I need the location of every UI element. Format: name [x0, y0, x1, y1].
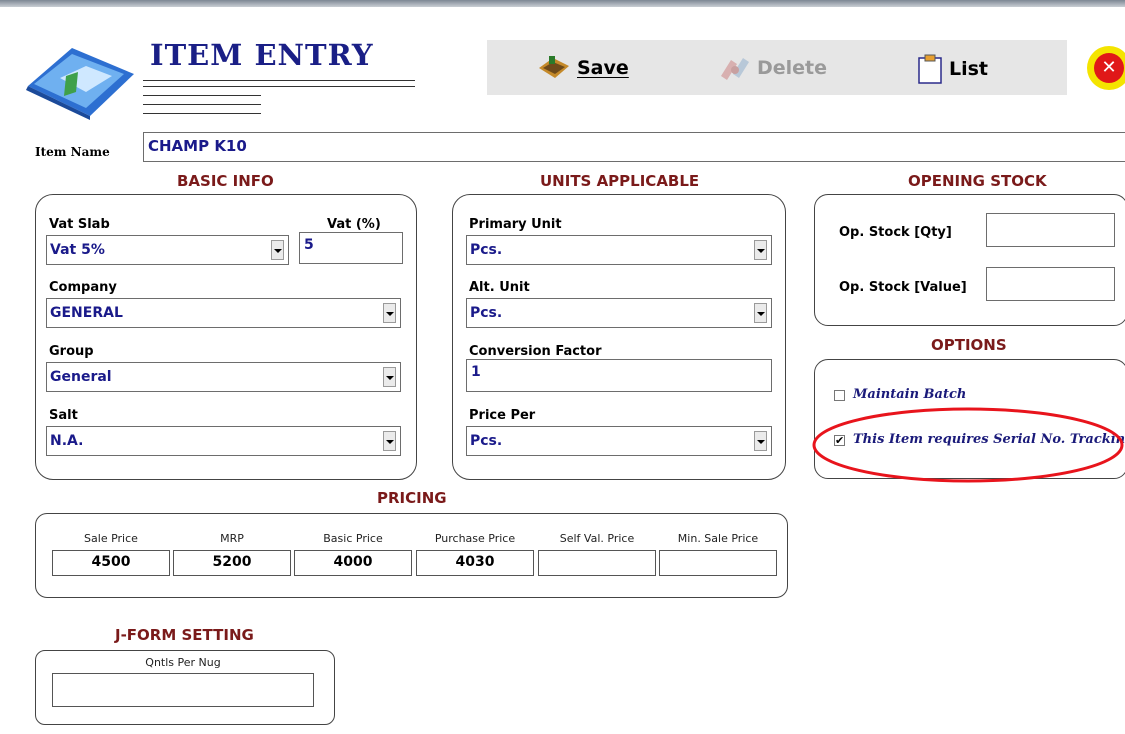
price-input[interactable]: 4000	[294, 550, 412, 576]
opening-stock-title: OPENING STOCK	[908, 172, 1047, 190]
price-column-label: Purchase Price	[434, 532, 516, 545]
maintain-batch-checkbox[interactable]	[834, 390, 845, 401]
pricing-title: PRICING	[377, 489, 447, 507]
price-per-value: Pcs.	[470, 433, 503, 449]
chevron-down-icon[interactable]	[754, 240, 767, 260]
list-button[interactable]: List	[917, 54, 988, 84]
vat-pct-label: Vat (%)	[327, 217, 381, 232]
price-column-label: Self Val. Price	[559, 532, 635, 545]
close-icon: ✕	[1094, 53, 1124, 83]
price-column-label: Sale Price	[84, 532, 138, 545]
alt-unit-value: Pcs.	[470, 305, 503, 321]
price-per-label: Price Per	[469, 408, 536, 423]
price-input[interactable]: 5200	[173, 550, 291, 576]
primary-unit-value: Pcs.	[470, 242, 503, 258]
item-name-label: Item Name	[35, 145, 110, 159]
alt-unit-select[interactable]: Pcs.	[466, 298, 772, 328]
maintain-batch-label: Maintain Batch	[853, 387, 967, 402]
title-underline	[143, 86, 415, 87]
save-label: Save	[577, 57, 629, 79]
op-stock-value-input[interactable]	[986, 267, 1115, 301]
qntls-per-nug-input[interactable]	[52, 673, 314, 707]
list-label: List	[949, 58, 989, 80]
chevron-down-icon[interactable]	[271, 240, 284, 260]
close-button[interactable]: ✕	[1087, 46, 1125, 90]
delete-button[interactable]: Delete	[717, 54, 827, 82]
op-stock-value-label: Op. Stock [Value]	[839, 280, 967, 295]
save-icon	[539, 56, 569, 78]
title-rule	[143, 95, 261, 96]
price-input[interactable]: 4030	[416, 550, 534, 576]
primary-unit-label: Primary Unit	[469, 217, 562, 232]
page-title: ITEM ENTRY	[150, 38, 374, 72]
window-top-bar	[0, 0, 1125, 7]
price-per-select[interactable]: Pcs.	[466, 426, 772, 456]
price-input[interactable]	[659, 550, 777, 576]
clipboard-icon	[918, 54, 942, 84]
alt-unit-label: Alt. Unit	[469, 280, 530, 295]
conversion-factor-label: Conversion Factor	[469, 344, 602, 359]
chevron-down-icon[interactable]	[754, 431, 767, 451]
salt-label: Salt	[49, 408, 78, 423]
delete-label: Delete	[757, 57, 828, 79]
item-logo-icon	[20, 36, 138, 120]
price-column-label: MRP	[220, 532, 244, 545]
primary-unit-select[interactable]: Pcs.	[466, 235, 772, 265]
vat-pct-input[interactable]: 5	[299, 232, 403, 264]
highlight-ellipse	[812, 407, 1124, 483]
company-label: Company	[49, 280, 117, 295]
op-stock-qty-label: Op. Stock [Qty]	[839, 225, 952, 240]
company-select[interactable]: GENERAL	[46, 298, 401, 328]
title-underline	[143, 80, 415, 81]
price-input[interactable]: 4500	[52, 550, 170, 576]
qntls-per-nug-label: Qntls Per Nug	[145, 656, 221, 669]
group-label: Group	[49, 344, 94, 359]
item-name-input[interactable]: CHAMP K10	[143, 132, 1125, 162]
title-rule	[143, 113, 261, 114]
salt-value: N.A.	[50, 433, 84, 449]
jform-title: J-FORM SETTING	[115, 626, 254, 644]
chevron-down-icon[interactable]	[383, 367, 396, 387]
units-title: UNITS APPLICABLE	[540, 172, 700, 190]
options-title: OPTIONS	[931, 336, 1007, 354]
conversion-factor-input[interactable]: 1	[466, 359, 772, 392]
vat-slab-select[interactable]: Vat 5%	[46, 235, 289, 265]
group-select[interactable]: General	[46, 362, 401, 392]
price-column-label: Basic Price	[323, 532, 383, 545]
basic-info-title: BASIC INFO	[177, 172, 274, 190]
save-button[interactable]: Save	[537, 54, 629, 82]
chevron-down-icon[interactable]	[754, 303, 767, 323]
group-value: General	[50, 369, 112, 385]
delete-icon	[721, 58, 749, 80]
price-column-label: Min. Sale Price	[677, 532, 759, 545]
vat-slab-value: Vat 5%	[50, 242, 105, 258]
title-rule	[143, 104, 261, 105]
chevron-down-icon[interactable]	[383, 303, 396, 323]
salt-select[interactable]: N.A.	[46, 426, 401, 456]
price-input[interactable]	[538, 550, 656, 576]
vat-slab-label: Vat Slab	[49, 217, 110, 232]
chevron-down-icon[interactable]	[383, 431, 396, 451]
op-stock-qty-input[interactable]	[986, 213, 1115, 247]
company-value: GENERAL	[50, 305, 123, 321]
